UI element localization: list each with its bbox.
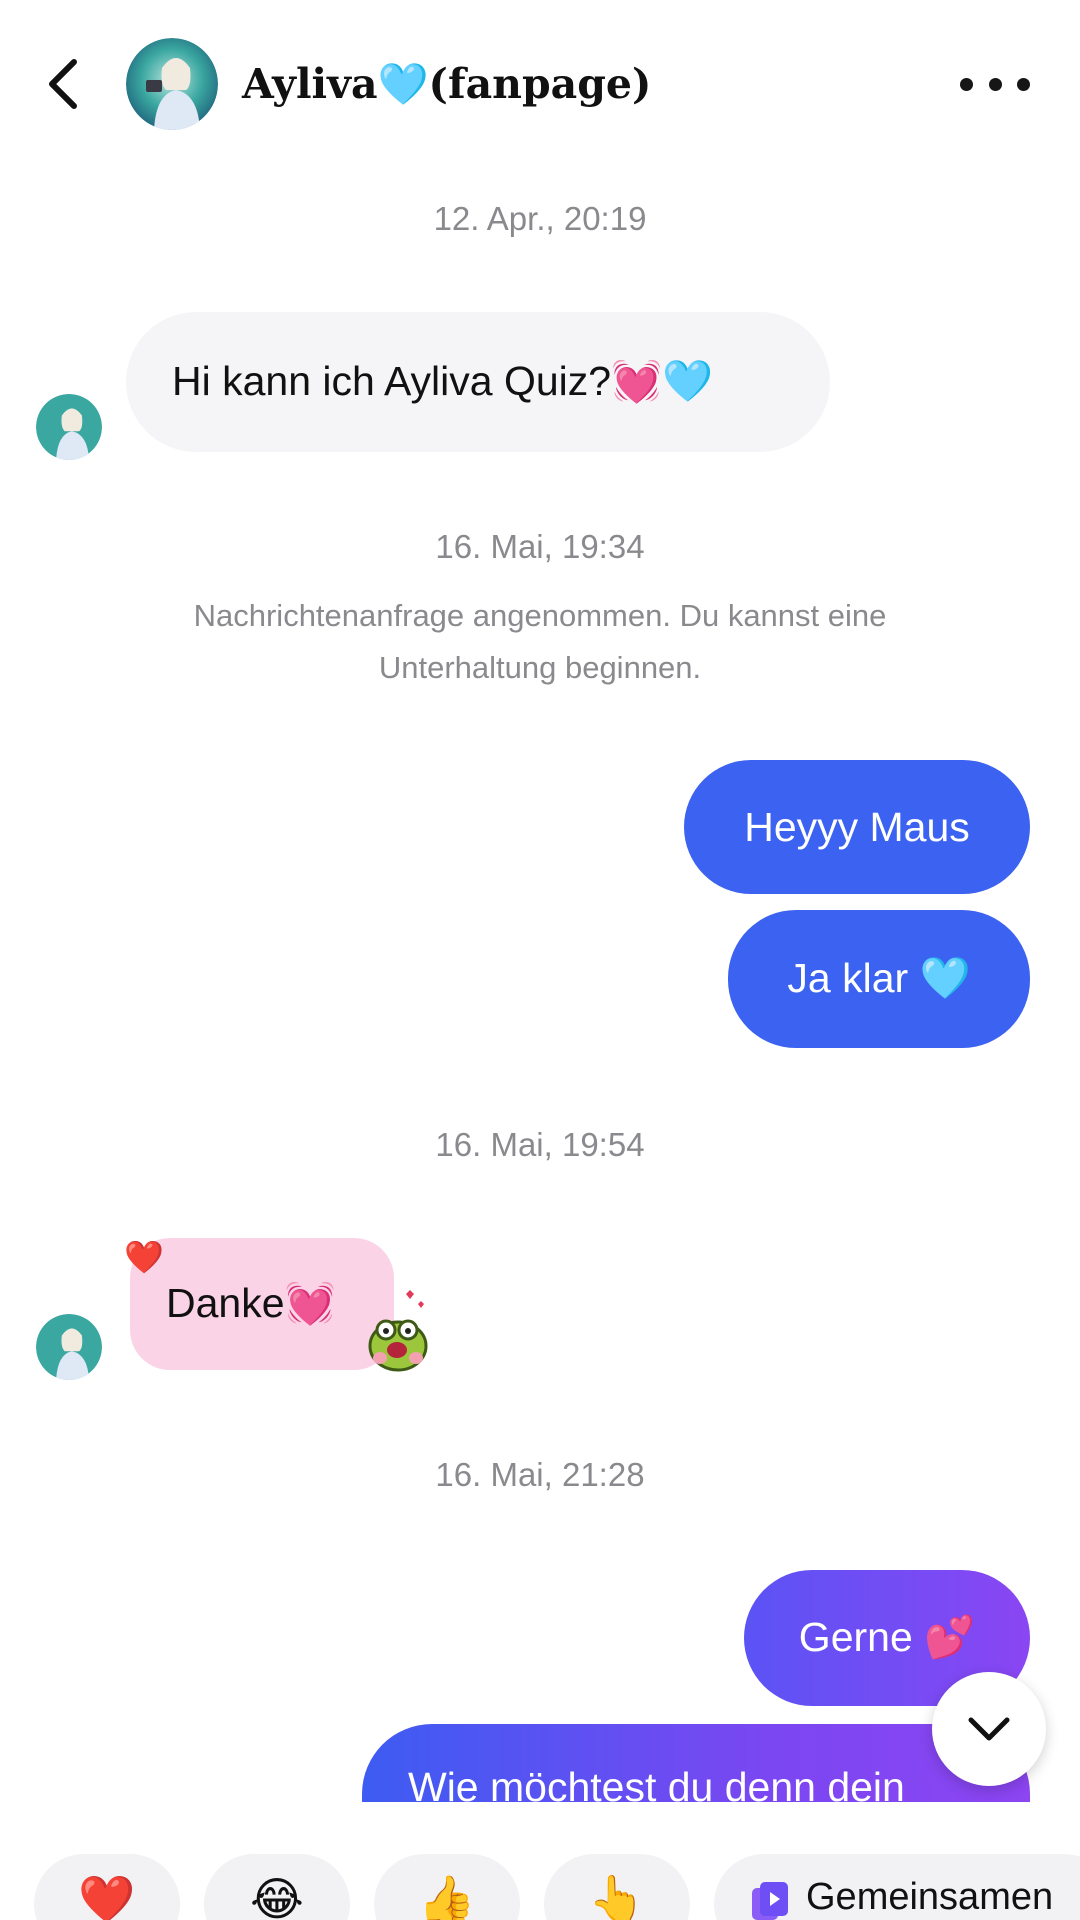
contact-avatar[interactable] <box>126 38 218 130</box>
quick-reaction-heart[interactable]: ❤️ <box>34 1854 180 1920</box>
frog-sticker-icon <box>366 1288 436 1374</box>
timestamp: 16. Mai, 19:54 <box>435 1126 645 1163</box>
scroll-to-bottom-button[interactable] <box>932 1672 1046 1786</box>
message-text: Gerne 💕 <box>798 1614 976 1660</box>
message-bubble-outgoing[interactable]: Heyyy Maus <box>684 760 1030 894</box>
chat-header: Ayliva🩵(fanpage) <box>0 0 1080 170</box>
system-message: Nachrichtenanfrage angenommen. Du kannst… <box>193 598 887 685</box>
message-bubble-outgoing[interactable]: Ja klar 🩵 <box>728 910 1030 1048</box>
message-text: Ja klar 🩵 <box>787 955 971 1001</box>
contact-name[interactable]: Ayliva🩵(fanpage) <box>242 56 651 112</box>
timestamp: 16. Mai, 21:28 <box>435 1456 645 1493</box>
more-horizontal-icon <box>960 77 973 91</box>
timestamp: 16. Mai, 19:34 <box>435 528 645 565</box>
quick-reaction-point-up[interactable]: 👆 <box>544 1854 690 1920</box>
timestamp: 12. Apr., 20:19 <box>433 200 647 237</box>
heart-reaction-icon: ❤️ <box>124 1239 164 1275</box>
shared-watch-label: Gemeinsamen <box>806 1876 1054 1918</box>
pointing-up-icon: 👆 <box>588 1873 646 1920</box>
back-button[interactable] <box>36 52 92 116</box>
laughing-face-icon: 😂 <box>250 1873 304 1920</box>
chevron-left-icon <box>49 59 77 109</box>
shared-watch-button[interactable]: Gemeinsamen <box>714 1854 1080 1920</box>
message-text: Hi kann ich Ayliva Quiz?💓🩵 <box>172 358 714 404</box>
chevron-down-icon <box>968 1717 1010 1741</box>
message-text: Heyyy Maus <box>744 803 970 850</box>
thumbs-up-icon: 👍 <box>418 1873 476 1920</box>
message-bubble-incoming[interactable]: Danke💓 <box>130 1238 394 1370</box>
quick-reaction-laugh[interactable]: 😂 <box>204 1854 350 1920</box>
shared-video-icon <box>752 1882 788 1920</box>
quick-reply-bar: ❤️ 😂 👍 👆 Gemeinsamen <box>0 1820 1080 1920</box>
sender-avatar[interactable] <box>36 1314 102 1380</box>
heart-icon: ❤️ <box>78 1873 136 1920</box>
sender-avatar[interactable] <box>36 394 102 460</box>
message-bubble-incoming[interactable]: Hi kann ich Ayliva Quiz?💓🩵 <box>126 312 830 452</box>
quick-reaction-thumbs-up[interactable]: 👍 <box>374 1854 520 1920</box>
message-bubble-outgoing[interactable]: Wie möchtest du denn dein <box>362 1724 1030 1802</box>
message-text: Danke💓 <box>166 1280 336 1326</box>
more-options-button[interactable] <box>960 66 1030 102</box>
message-text: Wie möchtest du denn dein <box>408 1764 905 1802</box>
